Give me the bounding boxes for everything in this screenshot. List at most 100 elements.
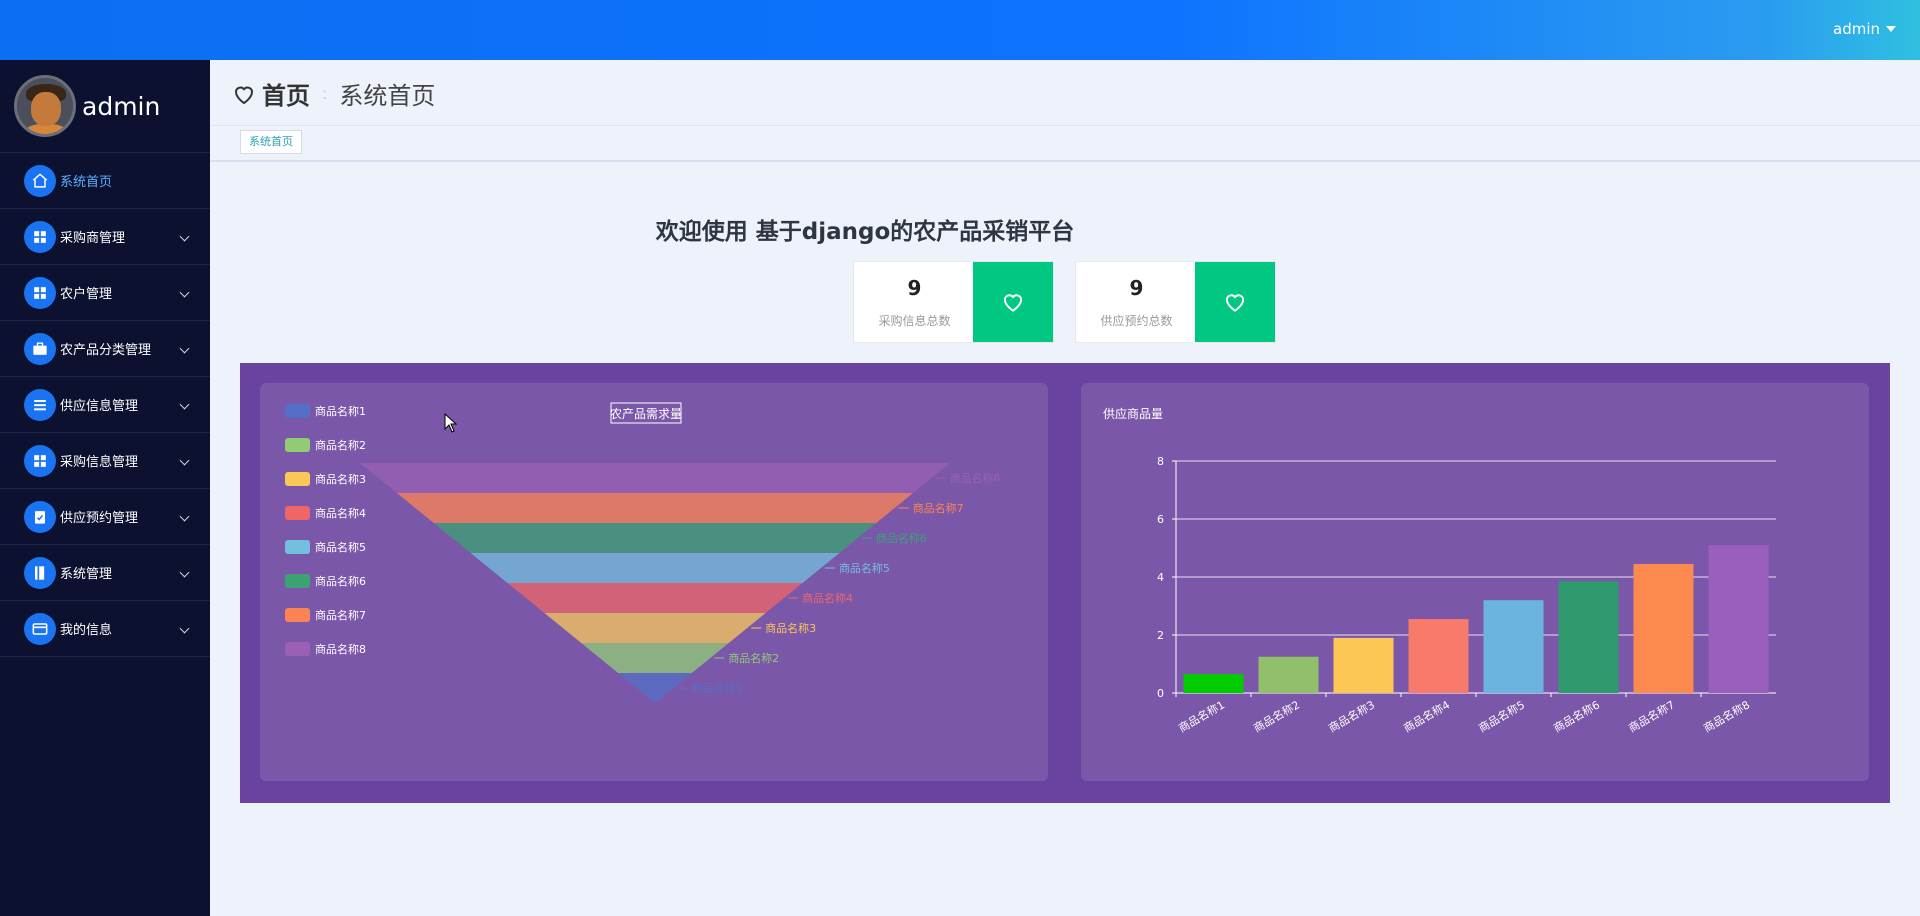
sidebar-item-label: 农产品分类管理 [60,343,152,358]
y-tick-label: 8 [1157,455,1164,468]
bar[interactable] [1258,656,1319,693]
bar-chart-card: 供应商品量 0 2 4 6 8 商品名称1 商品名称2 商品名称3 商品名称4 商品名称5 商品名称6… [1081,383,1869,781]
heart-outline-icon [234,86,254,104]
stat-card-purchase: 9 采购信息总数 [853,261,1054,343]
stat-value: 9 [1129,276,1144,300]
legend-swatch[interactable] [285,438,310,452]
sidebar-item-label: 我的信息 [60,623,113,638]
y-tick-label: 4 [1157,571,1164,584]
legend-label[interactable]: 商品名称6 [315,574,366,588]
x-tick-label: 商品名称4 [1401,697,1452,735]
sidebar: admin 系统首页采购商管理农户管理农产品分类管理 供应信息管理 采购信息管理供应… [0,60,210,916]
legend-swatch[interactable] [285,574,310,588]
funnel-layer[interactable] [360,463,950,493]
sidebar-item[interactable]: 采购信息管理 [0,433,210,489]
funnel-layer[interactable] [433,523,877,553]
sidebar-item[interactable]: 系统管理 [0,545,210,601]
stat-caption: 采购信息总数 [878,314,951,328]
page-header: 首页 : 系统首页 [210,60,1920,126]
chevron-down-icon [179,231,190,242]
sidebar-item-label: 供应信息管理 [60,399,139,414]
legend-label[interactable]: 商品名称3 [315,472,366,486]
legend-label[interactable]: 商品名称4 [315,506,366,520]
stat-value: 9 [907,276,922,300]
bar-chart: 供应商品量 0 2 4 6 8 商品名称1 商品名称2 商品名称3 商品名称4 商品名称5 商品名称6… [1103,406,1776,735]
bar[interactable] [1558,581,1619,693]
y-tick-label: 0 [1157,687,1164,700]
funnel-chart-card: 农产品需求量 商品名称1 商品名称2 商品名称3 商品名称4 商品名称5 商品名称6 商品名称… [260,383,1048,781]
chevron-down-icon [179,287,190,298]
profile-name: admin [82,91,161,121]
legend-label[interactable]: 商品名称2 [315,438,366,452]
sidebar-item-label: 农户管理 [60,287,113,302]
sidebar-item-label: 系统管理 [60,567,113,582]
funnel-layer[interactable] [470,553,840,583]
breadcrumb-separator: : [322,84,328,103]
funnel-layer[interactable] [581,643,729,673]
legend-swatch[interactable] [285,506,310,520]
sidebar-item-label: 采购商管理 [60,231,126,246]
welcome-title: 欢迎使用 基于django的农产品采销平台 [655,219,1075,245]
legend-label[interactable]: 商品名称1 [315,404,366,418]
caret-down-icon [1886,26,1896,32]
tab-system-home[interactable]: 系统首页 [240,130,302,154]
breadcrumb: 首页 : 系统首页 [232,76,435,111]
y-tick-label: 6 [1157,513,1164,526]
funnel-layer[interactable] [507,583,803,613]
chevron-down-icon [179,399,190,410]
bar[interactable] [1633,563,1694,693]
legend-swatch[interactable] [285,540,310,554]
bar[interactable] [1408,619,1469,693]
legend-label[interactable]: 商品名称7 [315,608,366,622]
legend-swatch[interactable] [285,472,310,486]
sidebar-item[interactable]: 系统首页 [0,153,210,209]
funnel-layer[interactable] [544,613,766,643]
mouse-cursor-icon [444,413,458,433]
funnel-layer[interactable] [396,493,914,523]
sidebar-item[interactable]: 农产品分类管理 [0,321,210,377]
chevron-down-icon [179,567,190,578]
bar[interactable] [1708,545,1769,693]
chevron-down-icon [179,623,190,634]
charts-panel: 农产品需求量 商品名称1 商品名称2 商品名称3 商品名称4 商品名称5 商品名称6 商品名称… [240,363,1890,803]
legend-swatch[interactable] [285,642,310,656]
breadcrumb-home[interactable]: 首页 [262,76,310,111]
bar[interactable] [1183,674,1244,693]
chevron-down-icon [179,343,190,354]
funnel-title: 农产品需求量 [610,407,682,421]
legend-label[interactable]: 商品名称5 [315,540,366,554]
card-icon [24,612,56,645]
funnel-label: 商品名称4 [802,591,853,605]
bar[interactable] [1333,637,1394,693]
sidebar-item[interactable]: 供应预约管理 [0,489,210,545]
legend-label[interactable]: 商品名称8 [315,642,366,656]
grid-icon [24,444,56,477]
user-menu-label: admin [1833,20,1880,38]
sidebar-item[interactable]: 我的信息 [0,601,210,657]
stat-caption: 供应预约总数 [1100,314,1173,328]
book-icon [24,556,56,589]
sidebar-item[interactable]: 供应信息管理 [0,377,210,433]
bar[interactable] [1483,600,1544,693]
tabs-bar: 系统首页 [210,126,1920,162]
sidebar-profile: admin [0,60,210,153]
grid-icon [24,220,56,253]
legend-swatch[interactable] [285,404,310,418]
bar-chart-title: 供应商品量 [1103,406,1163,421]
sidebar-item[interactable]: 农户管理 [0,265,210,321]
sidebar-item-label: 系统首页 [60,175,113,190]
heart-icon [1195,262,1275,342]
avatar [14,75,76,137]
user-menu[interactable]: admin [1833,20,1896,38]
funnel-chart: 农产品需求量 商品名称1 商品名称2 商品名称3 商品名称4 商品名称5 商品名称6 商品名称… [285,402,1001,703]
y-tick-label: 2 [1157,629,1164,642]
funnel-label: 商品名称3 [765,621,816,635]
x-tick-label: 商品名称7 [1626,697,1677,735]
funnel-label: 商品名称2 [728,651,779,665]
list-icon [24,388,56,421]
legend-swatch[interactable] [285,608,310,622]
sidebar-item[interactable]: 采购商管理 [0,209,210,265]
x-tick-label: 商品名称6 [1551,697,1602,735]
home-icon [24,164,56,197]
sidebar-item-label: 采购信息管理 [60,455,139,470]
